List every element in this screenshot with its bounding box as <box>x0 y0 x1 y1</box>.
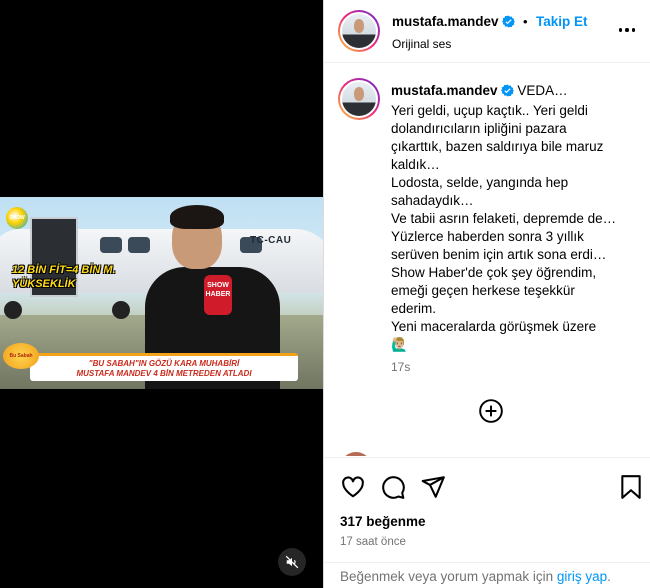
caption-text: VEDA… <box>517 83 568 98</box>
caption-line: Lodosta, selde, yangında hep <box>391 175 569 190</box>
lower-third-line: MUSTAFA MANDEV 4 BİN METREDEN ATLADI <box>76 369 252 378</box>
comments-area: mustafa.mandev VEDA… Yeri geldi, uçup ka… <box>324 64 650 456</box>
follow-button[interactable]: Takip Et <box>536 14 588 29</box>
caption-line: Yeri geldi, uçup kaçtık.. Yeri geldi <box>391 103 588 118</box>
caption-author-avatar[interactable] <box>338 78 380 120</box>
caption-line: ederim. <box>391 301 437 316</box>
caption-author-username[interactable]: mustafa.mandev <box>391 83 498 98</box>
comment-icon[interactable] <box>380 474 406 500</box>
post-caption: mustafa.mandev VEDA… Yeri geldi, uçup ka… <box>391 82 641 354</box>
media-pane: TC-CAU SHOW HABER SHOW 12 BİN FİT=4 BİN … <box>0 0 323 588</box>
caption-line: Show Haber'de çok şey öğrendim, <box>391 265 597 280</box>
bookmark-icon[interactable] <box>620 474 646 500</box>
caption-line: dolandırıcıların ipliğini pazara <box>391 121 567 136</box>
post-modal: TC-CAU SHOW HABER SHOW 12 BİN FİT=4 BİN … <box>0 0 650 588</box>
post-actions: 317 beğenme 17 saat önce Beğenmek veya y… <box>324 457 650 588</box>
like-count[interactable]: 317 beğenme <box>340 514 426 529</box>
aircraft-window <box>128 237 150 253</box>
login-link[interactable]: giriş yap <box>557 569 607 584</box>
author-avatar[interactable] <box>338 10 380 52</box>
caption-line: Ve tabii asrın felaketi, depremde de… <box>391 211 617 226</box>
post-details-pane: mustafa.mandev • Takip Et Orijinal ses m… <box>323 0 650 588</box>
separator-dot: • <box>523 14 528 29</box>
caption-line: Yeni maceralarda görüşmek üzere <box>391 319 597 334</box>
aircraft-registration: TC-CAU <box>250 235 292 246</box>
heart-icon[interactable] <box>340 474 366 500</box>
aircraft-wheel <box>112 301 130 319</box>
verified-badge-icon <box>501 15 515 33</box>
login-prompt-suffix: . <box>607 569 611 584</box>
microphone: SHOW HABER <box>204 275 232 315</box>
caption-line: serüven benim için artık sona erdi… <box>391 247 607 262</box>
overlay-caption-line: YÜKSEKLİK <box>12 278 76 290</box>
lower-third-banner: "BU SABAH"IN GÖZÜ KARA MUHABİRİ MUSTAFA … <box>30 353 298 381</box>
caption-line: çıkarttık, bazen saldırıya bile maruz <box>391 139 604 154</box>
audio-label[interactable]: Orijinal ses <box>392 37 588 51</box>
login-prompt-bar: Beğenmek veya yorum yapmak için giriş ya… <box>324 562 650 588</box>
aircraft-wheel <box>4 301 22 319</box>
speaker-muted-icon <box>285 555 299 569</box>
caption-line: sahadaydık… <box>391 193 474 208</box>
program-badge: Bu Sabah <box>3 343 39 369</box>
caption-line: Yüzlerce haberden sonra 3 yıllık <box>391 229 584 244</box>
author-info: mustafa.mandev • Takip Et Orijinal ses <box>392 13 588 51</box>
more-options-icon[interactable] <box>615 20 639 40</box>
login-prompt-text: Beğenmek veya yorum yapmak için <box>340 569 554 584</box>
aircraft-window <box>100 237 122 253</box>
author-username[interactable]: mustafa.mandev <box>392 14 499 29</box>
caption-line: emeği geçen herkese teşekkür <box>391 283 575 298</box>
post-timestamp[interactable]: 17 saat önce <box>340 536 406 548</box>
next-comment-peek <box>340 452 640 456</box>
share-icon[interactable] <box>420 474 446 500</box>
post-header: mustafa.mandev • Takip Et Orijinal ses <box>324 0 650 63</box>
plus-circle-icon[interactable] <box>478 398 504 424</box>
caption-line: kaldık… <box>391 157 440 172</box>
channel-logo: SHOW <box>6 207 28 229</box>
video-player[interactable]: TC-CAU SHOW HABER SHOW 12 BİN FİT=4 BİN … <box>0 197 323 389</box>
caption-emoji: 🙋🏼‍♂️ <box>391 337 408 353</box>
mute-toggle-button[interactable] <box>278 548 306 576</box>
verified-badge-icon <box>500 84 514 102</box>
caption-line: mustafa.mandev VEDA… <box>391 82 641 102</box>
lower-third-line: "BU SABAH"IN GÖZÜ KARA MUHABİRİ <box>88 359 240 368</box>
reporter-hair <box>170 205 224 229</box>
overlay-caption-line: 12 BİN FİT=4 BİN M. <box>12 264 116 276</box>
commenter-avatar <box>340 452 372 456</box>
caption-relative-time[interactable]: 17s <box>391 360 410 374</box>
video-overlay-caption: 12 BİN FİT=4 BİN M. YÜKSEKLİK <box>12 263 116 291</box>
